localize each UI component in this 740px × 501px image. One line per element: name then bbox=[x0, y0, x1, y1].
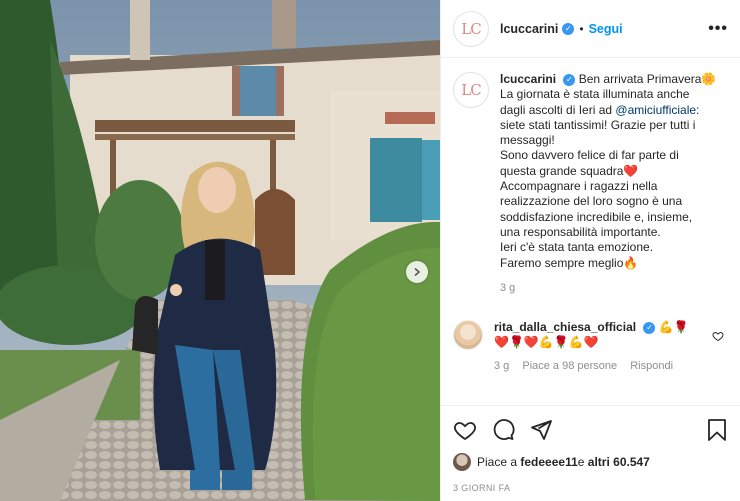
verified-badge-icon: ✓ bbox=[563, 73, 576, 86]
caption-line: Ben arrivata Primavera🌼 bbox=[578, 72, 717, 86]
author-username[interactable]: lcuccarini bbox=[500, 22, 558, 36]
comment-meta: 3 g Piace a 98 persone Rispondi bbox=[494, 360, 689, 372]
author-avatar[interactable]: LC bbox=[453, 10, 489, 47]
liker-avatar[interactable] bbox=[453, 453, 471, 471]
caption-line: realizzazione del loro sogno è una bbox=[500, 194, 683, 209]
like-comment-icon[interactable] bbox=[712, 330, 724, 342]
comment-bubble-icon[interactable] bbox=[491, 418, 515, 442]
post-panel: LC lcuccarini ✓ • Segui ••• LC lcuccarin… bbox=[440, 0, 740, 501]
likes-summary: Piace a fedeeee11 e altri 60.547 bbox=[453, 453, 728, 471]
caption-line: Sono davvero felice di far parte di bbox=[500, 148, 679, 163]
comment-body: rita_dalla_chiesa_official ✓ 💪🌹 ❤️🌹❤️💪🌹💪… bbox=[494, 320, 689, 372]
likes-others-link[interactable]: altri 60.547 bbox=[588, 455, 650, 469]
caption-text: lcuccarini ✓ Ben arrivata Primavera🌼 La … bbox=[500, 72, 716, 296]
likes-prefix: Piace a bbox=[477, 455, 518, 469]
like-heart-icon[interactable] bbox=[453, 418, 477, 442]
comment-item: rita_dalla_chiesa_official ✓ 💪🌹 ❤️🌹❤️💪🌹💪… bbox=[453, 320, 728, 372]
comment-likes[interactable]: Piace a 98 persone bbox=[522, 360, 617, 372]
caption-line: una responsabilità importante. bbox=[500, 224, 661, 239]
commenter-avatar[interactable] bbox=[453, 320, 483, 351]
post-header: LC lcuccarini ✓ • Segui ••• bbox=[441, 0, 740, 58]
caption: LC lcuccarini ✓ Ben arrivata Primavera🌼 … bbox=[453, 72, 728, 296]
caption-author-avatar[interactable]: LC bbox=[453, 72, 489, 108]
comments-section: LC lcuccarini ✓ Ben arrivata Primavera🌼 … bbox=[453, 72, 728, 372]
caption-line: questa grande squadra❤️ bbox=[500, 163, 639, 178]
chevron-right-icon bbox=[414, 267, 421, 277]
more-options-icon[interactable]: ••• bbox=[708, 20, 728, 38]
verified-badge-icon: ✓ bbox=[562, 22, 575, 35]
carousel-next-button[interactable] bbox=[406, 261, 428, 283]
post-time-ago[interactable]: 3 giorni fa bbox=[453, 483, 728, 493]
caption-line: soddisfazione incredibile e, insieme, bbox=[500, 209, 693, 224]
separator-dot: • bbox=[579, 21, 584, 36]
photo-illustration bbox=[0, 0, 440, 501]
comment-text: ❤️🌹❤️💪🌹💪❤️ bbox=[494, 335, 599, 350]
post-photo[interactable] bbox=[0, 0, 440, 501]
caption-username[interactable]: lcuccarini bbox=[500, 72, 556, 86]
liker-username[interactable]: fedeeee11 bbox=[520, 455, 577, 469]
caption-line: siete stati tantissimi! Grazie per tutti… bbox=[500, 117, 696, 132]
caption-line: Accompagnare i ragazzi nella bbox=[500, 179, 658, 194]
likes-mid: e bbox=[577, 455, 585, 469]
caption-time[interactable]: 3 g bbox=[500, 281, 716, 296]
commenter-username[interactable]: rita_dalla_chiesa_official bbox=[494, 320, 636, 334]
caption-line: Ieri c'è stata tanta emozione. bbox=[500, 240, 654, 255]
follow-button[interactable]: Segui bbox=[589, 22, 623, 36]
caption-line: messaggi! bbox=[500, 133, 555, 148]
comment-time[interactable]: 3 g bbox=[494, 360, 509, 372]
share-send-icon[interactable] bbox=[529, 418, 553, 442]
caption-line: La giornata è stata illuminata anche bbox=[500, 87, 690, 102]
caption-line: dagli ascolti di Ieri ad bbox=[500, 102, 616, 117]
caption-line: Faremo sempre meglio🔥 bbox=[500, 255, 639, 270]
reply-button[interactable]: Rispondi bbox=[630, 360, 673, 372]
post-actions: Piace a fedeeee11 e altri 60.547 3 giorn… bbox=[441, 405, 740, 493]
save-bookmark-icon[interactable] bbox=[706, 418, 728, 442]
mention-link[interactable]: @amiciufficiale: bbox=[615, 103, 699, 117]
comment-emoji: 💪🌹 bbox=[658, 320, 689, 335]
verified-badge-icon: ✓ bbox=[643, 321, 656, 334]
